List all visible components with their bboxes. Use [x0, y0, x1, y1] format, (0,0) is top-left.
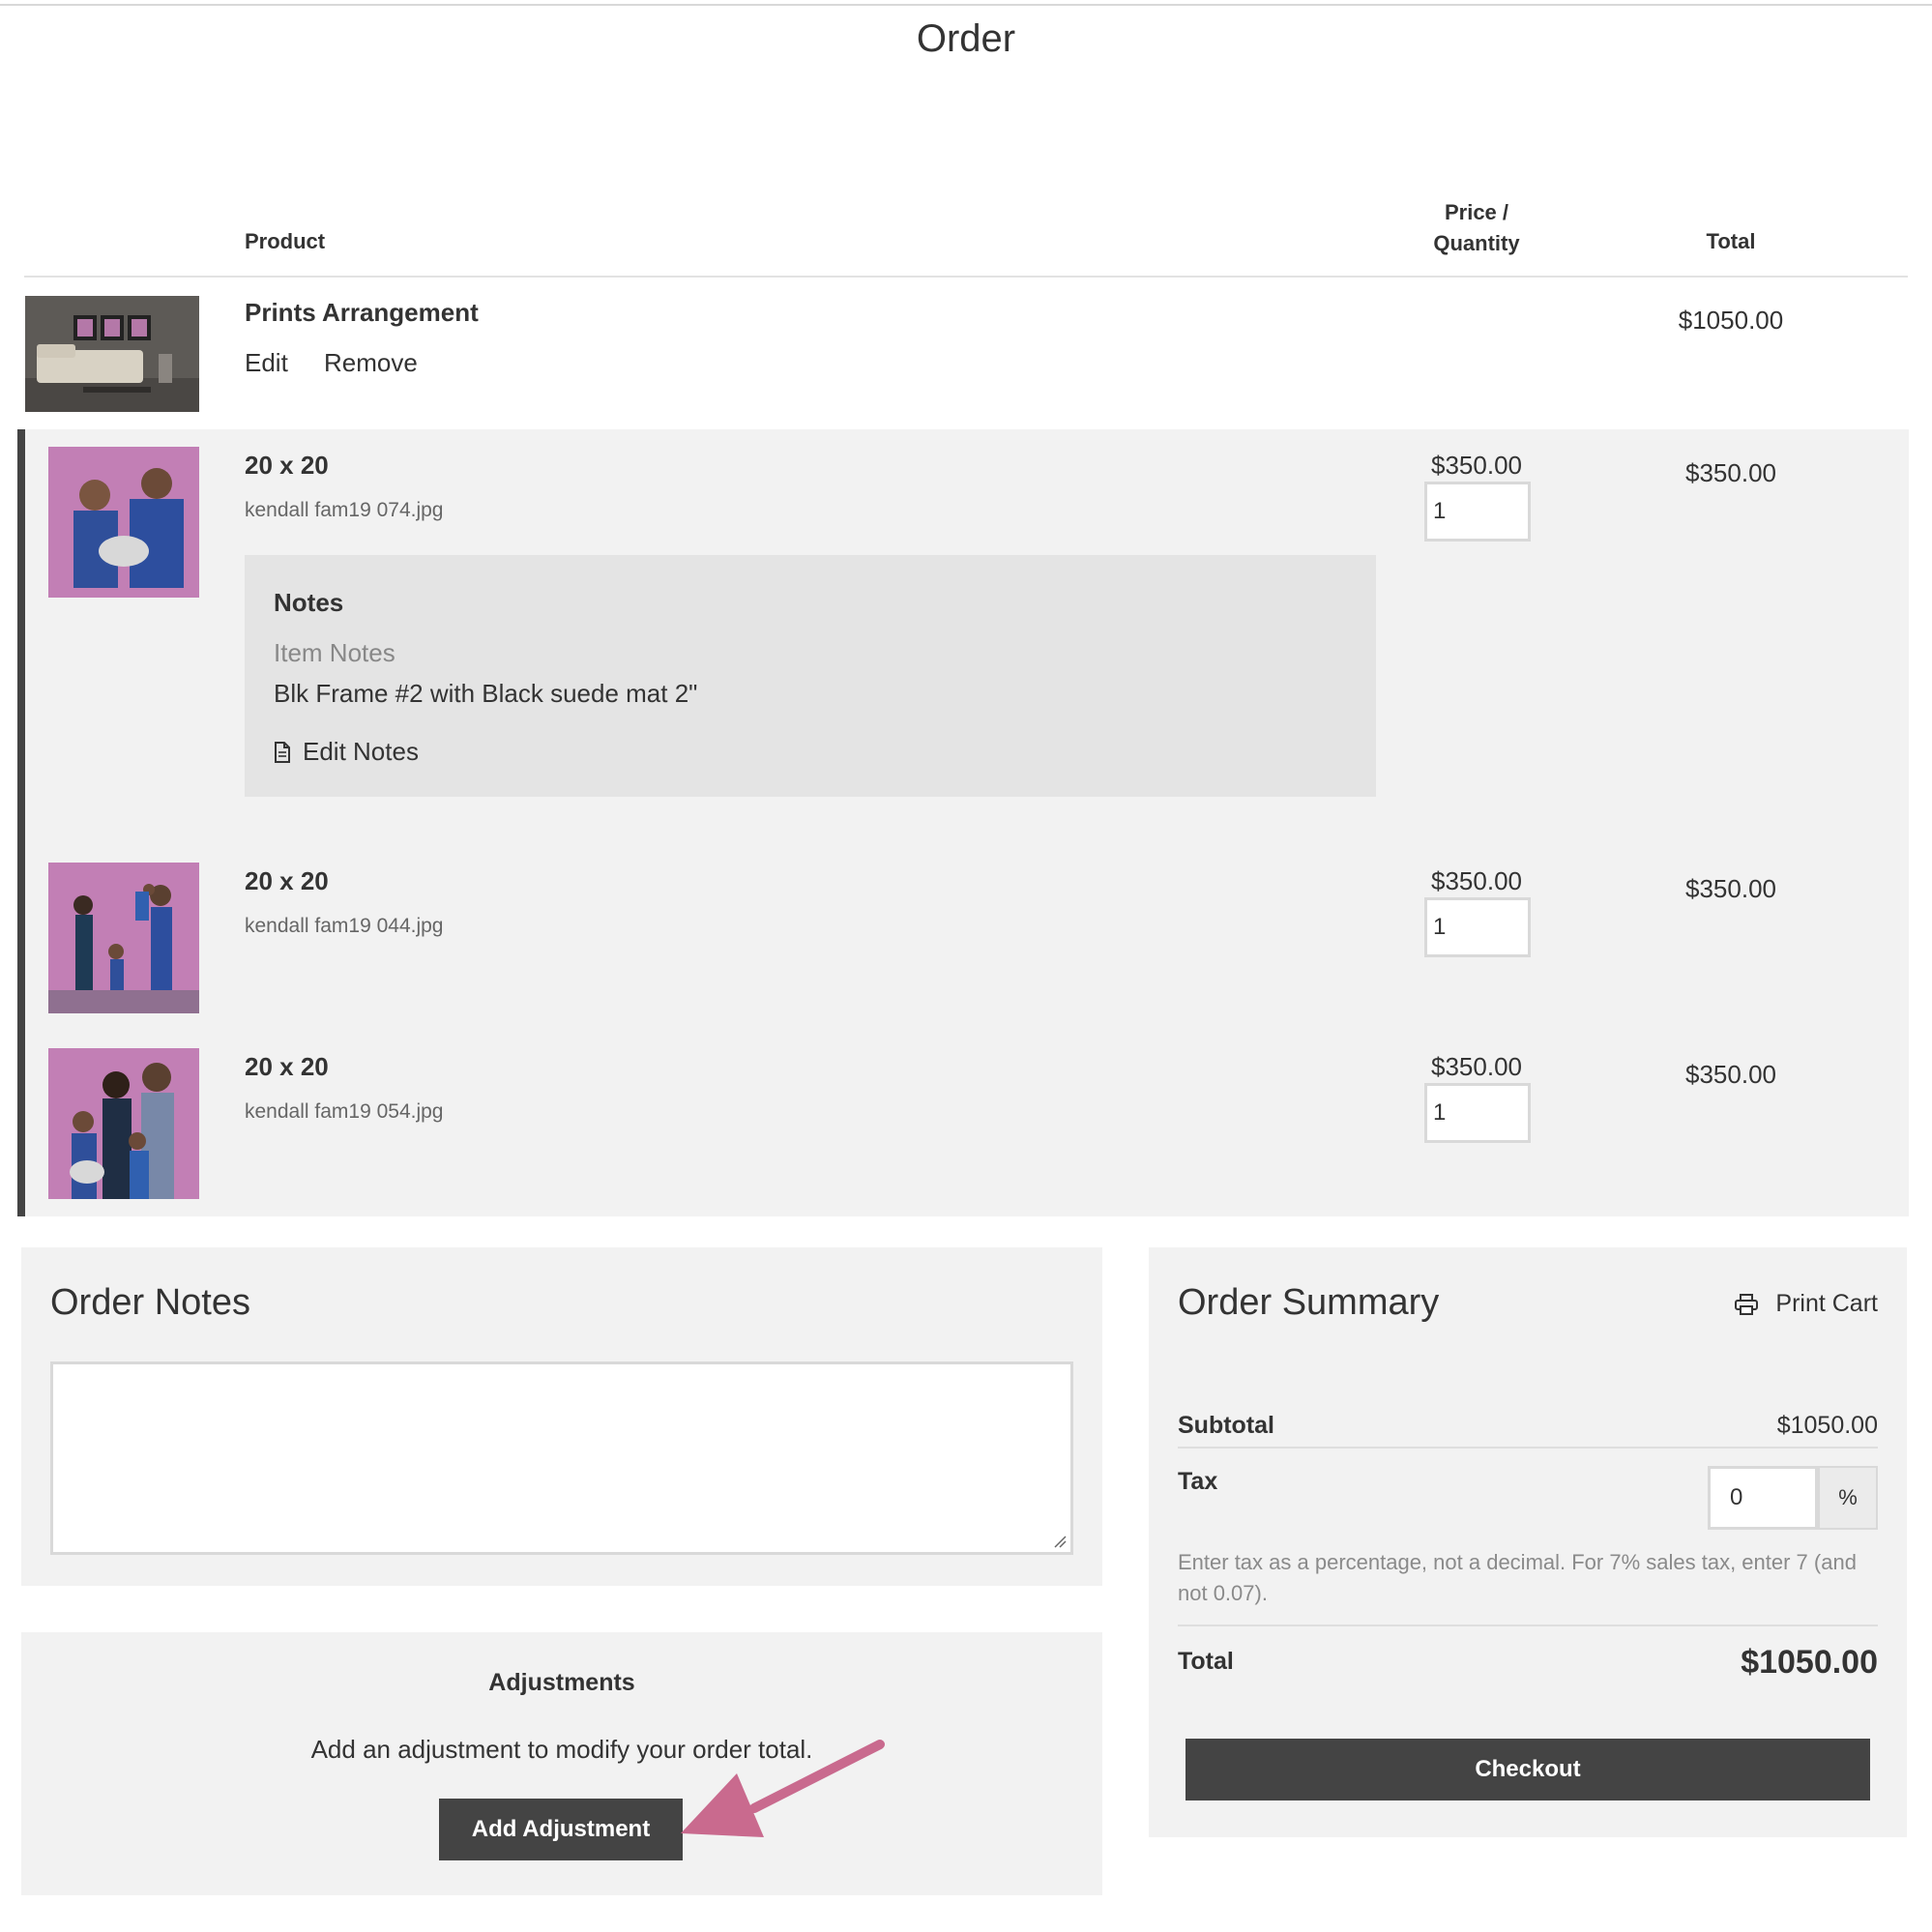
top-divider [0, 4, 1932, 6]
item-filename: kendall fam19 074.jpg [245, 499, 444, 521]
tax-input[interactable] [1708, 1466, 1818, 1530]
annotation-arrow [681, 1740, 885, 1837]
edit-arrangement-link[interactable]: Edit [245, 348, 288, 378]
summary-divider [1178, 1625, 1878, 1626]
item-size: 20 x 20 [245, 1052, 329, 1081]
tax-label: Tax [1178, 1468, 1218, 1495]
column-header-product: Product [245, 229, 326, 253]
item-size: 20 x 20 [245, 866, 329, 895]
printer-icon [1735, 1293, 1759, 1315]
total-label: Total [1178, 1648, 1234, 1675]
order-notes-title: Order Notes [50, 1282, 250, 1323]
item-filename: kendall fam19 044.jpg [245, 915, 444, 937]
photo-image [48, 447, 199, 598]
item-filename: kendall fam19 054.jpg [245, 1100, 444, 1123]
item-notes-panel: Notes Item Notes Blk Frame #2 with Black… [245, 555, 1376, 797]
item-price: $350.00 [1431, 451, 1522, 480]
adjustments-panel: Adjustments Add an adjustment to modify … [21, 1632, 1102, 1895]
item-thumbnail [48, 863, 199, 1013]
item-total: $350.00 [1685, 1060, 1776, 1089]
adjustments-description: Add an adjustment to modify your order t… [310, 1735, 813, 1764]
adjustments-title: Adjustments [488, 1669, 635, 1696]
item-quantity-input[interactable] [1424, 1083, 1531, 1143]
column-header-price-line: Price / [1444, 200, 1509, 224]
arrangement-total: $1050.00 [1678, 306, 1784, 335]
notes-title: Notes [274, 588, 344, 617]
column-header-quantity-line: Quantity [1433, 231, 1520, 255]
column-header-price-quantity: Price / Quantity [1392, 197, 1561, 259]
item-price: $350.00 [1431, 866, 1522, 895]
tax-percent-addon: % [1818, 1466, 1878, 1530]
item-thumbnail [48, 447, 199, 598]
order-summary-panel: Order Summary Print Cart Subtotal $1050.… [1149, 1247, 1907, 1837]
item-quantity-input[interactable] [1424, 482, 1531, 542]
add-adjustment-button[interactable]: Add Adjustment [439, 1799, 683, 1860]
print-cart-label: Print Cart [1775, 1290, 1878, 1317]
item-total: $350.00 [1685, 874, 1776, 903]
subtotal-value: $1050.00 [1776, 1412, 1878, 1439]
item-quantity-input[interactable] [1424, 897, 1531, 957]
order-notes-textarea[interactable] [50, 1361, 1073, 1555]
resize-handle-icon[interactable] [1053, 1535, 1067, 1548]
subtotal-label: Subtotal [1178, 1412, 1274, 1439]
edit-notes-label: Edit Notes [303, 737, 419, 766]
edit-notes-link[interactable]: Edit Notes [274, 737, 419, 767]
column-header-total: Total [1706, 229, 1756, 253]
document-icon [275, 741, 290, 763]
arrangement-title: Prints Arrangement [245, 298, 479, 327]
item-price: $350.00 [1431, 1052, 1522, 1081]
tax-help-text: Enter tax as a percentage, not a decimal… [1178, 1550, 1857, 1605]
item-notes-text: Blk Frame #2 with Black suede mat 2" [274, 679, 698, 708]
item-thumbnail [48, 1048, 199, 1199]
arrangement-thumbnail [25, 296, 199, 412]
item-total: $350.00 [1685, 458, 1776, 487]
order-notes-panel: Order Notes [21, 1247, 1102, 1586]
print-cart-link[interactable]: Print Cart [1735, 1290, 1878, 1318]
remove-arrangement-link[interactable]: Remove [324, 348, 418, 378]
order-summary-title: Order Summary [1178, 1282, 1440, 1323]
photo-image [48, 1048, 199, 1199]
photo-image [48, 863, 199, 1013]
item-size: 20 x 20 [245, 451, 329, 480]
item-notes-label: Item Notes [274, 638, 395, 667]
arrangement-items-group [17, 429, 1909, 1216]
room-scene-image [25, 296, 199, 412]
checkout-button[interactable]: Checkout [1186, 1739, 1870, 1800]
summary-divider [1178, 1447, 1878, 1449]
page-title: Order [916, 17, 1016, 60]
header-divider [24, 276, 1908, 278]
total-value: $1050.00 [1741, 1644, 1878, 1681]
